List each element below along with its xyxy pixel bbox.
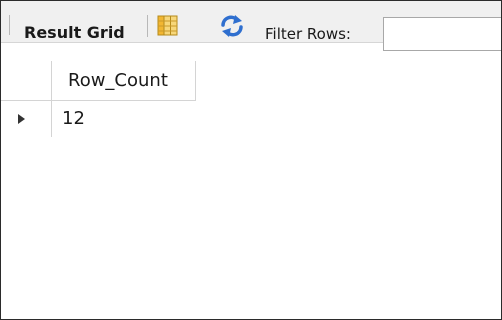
toolbar-separator	[9, 15, 10, 35]
result-grid-toolbar: Result Grid Filter Rows:	[1, 1, 501, 51]
column-header-row-count[interactable]: Row_Count	[52, 61, 196, 101]
toolbar-separator	[147, 15, 148, 37]
current-row-arrow-icon	[18, 114, 25, 124]
table-corner-header	[1, 61, 52, 101]
table-cell[interactable]: 12	[52, 101, 196, 137]
result-grid-panel: Result Grid Filter Rows: Row_Count 12	[0, 0, 502, 320]
refresh-icon[interactable]	[219, 15, 245, 37]
filter-rows-input[interactable]	[383, 17, 501, 51]
grid-columns-icon[interactable]	[157, 15, 178, 36]
filter-rows-label: Filter Rows:	[265, 25, 351, 43]
result-grid-tab[interactable]: Result Grid	[24, 23, 125, 42]
row-selector[interactable]	[1, 101, 52, 137]
